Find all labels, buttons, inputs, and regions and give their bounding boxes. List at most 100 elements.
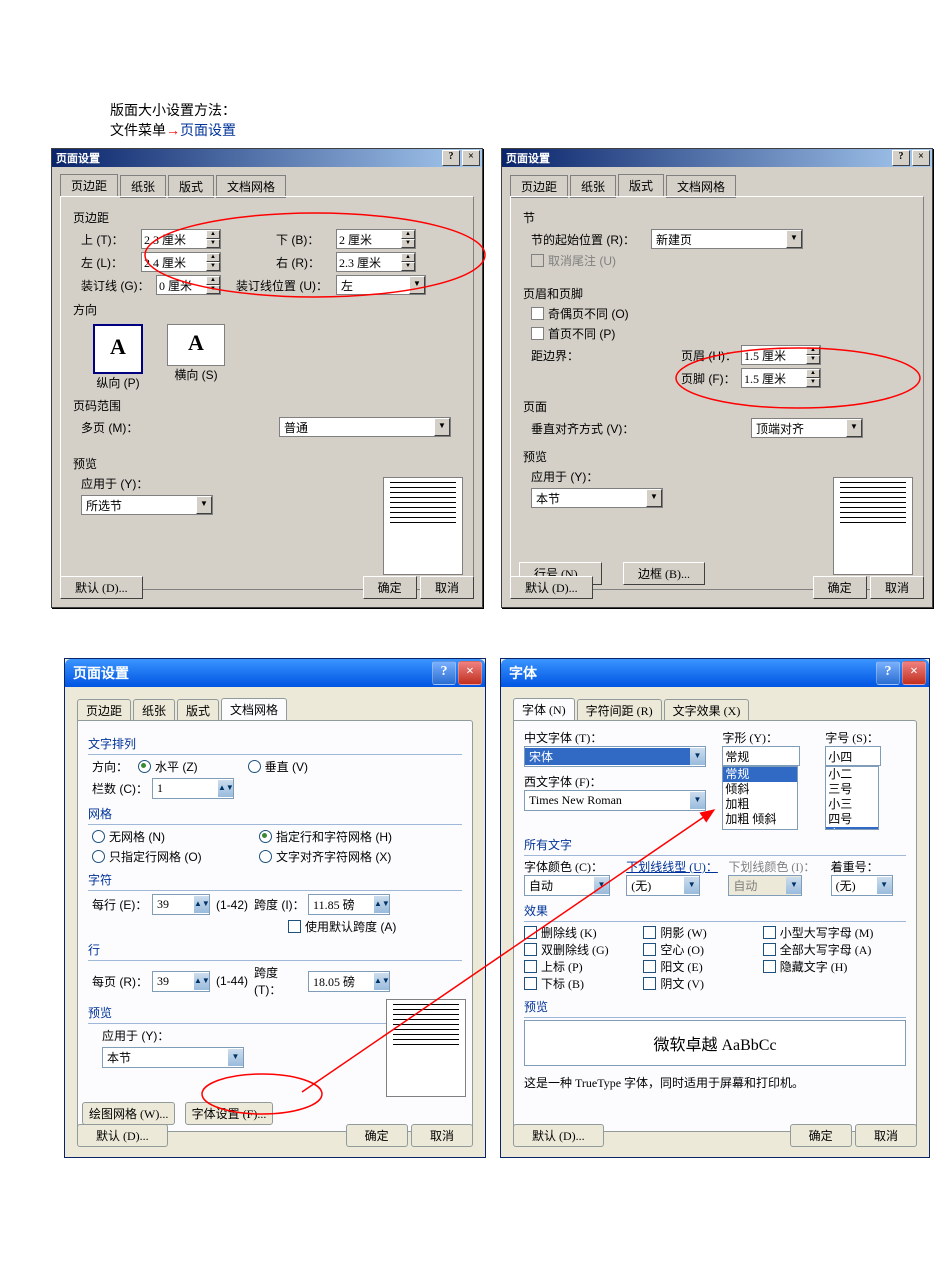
fontset-button[interactable]: 字体设置 (F)... xyxy=(185,1102,274,1125)
checkbox-emboss[interactable] xyxy=(643,960,656,973)
tab-margins[interactable]: 页边距 xyxy=(510,175,568,198)
input-style[interactable] xyxy=(722,746,800,766)
dropdown-secstart[interactable]: 新建页▼ xyxy=(651,229,803,249)
tab-layout[interactable]: 版式 xyxy=(168,175,214,198)
cancel-button[interactable]: 取消 xyxy=(855,1124,917,1147)
border-button[interactable]: 边框 (B)... xyxy=(623,562,705,585)
tab-grid[interactable]: 文档网格 xyxy=(216,175,286,198)
default-button[interactable]: 默认 (D)... xyxy=(77,1124,168,1147)
cancel-button[interactable]: 取消 xyxy=(420,576,474,599)
checkbox-superscript[interactable] xyxy=(524,960,537,973)
ok-button[interactable]: 确定 xyxy=(363,576,417,599)
tab-layout[interactable]: 版式 xyxy=(177,699,219,722)
label-perline-range: (1-42) xyxy=(216,898,248,912)
ok-button[interactable]: 确定 xyxy=(813,576,867,599)
help-icon[interactable]: ? xyxy=(876,661,900,685)
checkbox-dstrike[interactable] xyxy=(524,943,537,956)
radio-nogrid[interactable] xyxy=(92,830,105,843)
help-icon[interactable]: ? xyxy=(442,150,460,166)
help-icon[interactable]: ? xyxy=(432,661,456,685)
tab-layout[interactable]: 版式 xyxy=(618,174,664,197)
checkbox-strike[interactable] xyxy=(524,926,537,939)
close-icon[interactable]: × xyxy=(458,661,482,685)
input-bottom[interactable]: ▲▼ xyxy=(336,229,416,249)
tab-paper[interactable]: 纸张 xyxy=(570,175,616,198)
dropdown-multipage[interactable]: 普通▼ xyxy=(279,417,451,437)
spinner-perline[interactable]: 39▲▼ xyxy=(152,894,210,915)
input-right[interactable]: ▲▼ xyxy=(336,252,416,272)
radio-charalign[interactable] xyxy=(259,850,272,863)
tab-grid[interactable]: 文档网格 xyxy=(221,698,287,721)
input-top[interactable]: ▲▼ xyxy=(141,229,221,249)
cancel-button[interactable]: 取消 xyxy=(870,576,924,599)
dropdown-applyto[interactable]: 本节▼ xyxy=(531,488,663,508)
radio-linechargrid[interactable] xyxy=(259,830,272,843)
group-preview: 预览 xyxy=(73,455,465,472)
spinner-columns[interactable]: 1▲▼ xyxy=(152,778,234,799)
cancel-button[interactable]: 取消 xyxy=(411,1124,473,1147)
titlebar[interactable]: 页面设置 ? × xyxy=(65,659,485,687)
title-text: 页面设置 xyxy=(56,150,440,166)
checkbox-shadow[interactable] xyxy=(643,926,656,939)
group-alltext: 所有文字 xyxy=(524,836,906,856)
default-button[interactable]: 默认 (D)... xyxy=(513,1124,604,1147)
tab-spacing[interactable]: 字符间距 (R) xyxy=(577,699,662,722)
radio-vertical[interactable] xyxy=(248,760,261,773)
checkbox-smallcaps[interactable] xyxy=(763,926,776,939)
dropdown-underline[interactable]: (无)▼ xyxy=(626,875,700,896)
group-margins: 页边距 xyxy=(73,209,465,226)
dropdown-fontcolor[interactable]: 自动▼ xyxy=(524,875,610,896)
close-icon[interactable]: × xyxy=(902,661,926,685)
list-style[interactable]: 常规 倾斜 加粗 加粗 倾斜 xyxy=(722,766,798,830)
tab-margins[interactable]: 页边距 xyxy=(77,699,131,722)
tab-paper[interactable]: 纸张 xyxy=(120,175,166,198)
tab-paper[interactable]: 纸张 xyxy=(133,699,175,722)
input-gutter[interactable]: ▲▼ xyxy=(156,275,221,295)
input-left[interactable]: ▲▼ xyxy=(141,252,221,272)
help-icon[interactable]: ? xyxy=(892,150,910,166)
tab-grid[interactable]: 文档网格 xyxy=(666,175,736,198)
input-size[interactable] xyxy=(825,746,881,766)
dropdown-applyto[interactable]: 所选节▼ xyxy=(81,495,213,515)
landscape-label: 横向 (S) xyxy=(155,366,237,383)
list-size[interactable]: 小二 三号 小三 四号 小四 xyxy=(825,766,879,830)
intro-text: 版面大小设置方法： 文件菜单→页面设置 xyxy=(110,100,236,140)
checkbox-engrave[interactable] xyxy=(643,977,656,990)
radio-horizontal[interactable] xyxy=(138,760,151,773)
dropdown-westfont[interactable]: Times New Roman▼ xyxy=(524,790,706,811)
checkbox-default-pitch[interactable] xyxy=(288,920,301,933)
radio-lineonly-label: 只指定行网格 (O) xyxy=(109,848,259,865)
ok-button[interactable]: 确定 xyxy=(346,1124,408,1147)
orientation-portrait[interactable]: A xyxy=(93,324,143,374)
tab-font[interactable]: 字体 (N) xyxy=(513,698,575,721)
close-icon[interactable]: × xyxy=(462,150,480,166)
titlebar[interactable]: 页面设置 ? × xyxy=(52,149,482,167)
checkbox-allcaps[interactable] xyxy=(763,943,776,956)
spinner-pitch[interactable]: 11.85 磅▲▼ xyxy=(308,894,390,915)
default-button[interactable]: 默认 (D)... xyxy=(510,576,593,599)
close-icon[interactable]: × xyxy=(912,150,930,166)
checkbox-firstpage[interactable] xyxy=(531,327,544,340)
drawgrid-button[interactable]: 绘图网格 (W)... xyxy=(82,1102,175,1125)
ok-button[interactable]: 确定 xyxy=(790,1124,852,1147)
titlebar[interactable]: 页面设置 ? × xyxy=(502,149,932,167)
dropdown-cnfont[interactable]: 宋体▼ xyxy=(524,746,706,767)
checkbox-hidden[interactable] xyxy=(763,960,776,973)
dropdown-valign[interactable]: 顶端对齐▼ xyxy=(751,418,863,438)
spinner-perpage[interactable]: 39▲▼ xyxy=(152,971,210,992)
checkbox-outline[interactable] xyxy=(643,943,656,956)
checkbox-oddeven[interactable] xyxy=(531,307,544,320)
radio-lineonly[interactable] xyxy=(92,850,105,863)
tab-texteffects[interactable]: 文字效果 (X) xyxy=(664,699,750,722)
tab-margins[interactable]: 页边距 xyxy=(60,174,118,197)
dropdown-applyto[interactable]: 本节▼ xyxy=(102,1047,244,1068)
dropdown-gutterpos[interactable]: 左▼ xyxy=(336,275,426,295)
input-footer[interactable]: ▲▼ xyxy=(741,368,821,388)
default-button[interactable]: 默认 (D)... xyxy=(60,576,143,599)
dropdown-emphasis[interactable]: (无)▼ xyxy=(831,875,893,896)
spinner-linepitch[interactable]: 18.05 磅▲▼ xyxy=(308,971,390,992)
titlebar[interactable]: 字体 ? × xyxy=(501,659,929,687)
orientation-landscape[interactable]: A xyxy=(167,324,225,366)
checkbox-subscript[interactable] xyxy=(524,977,537,990)
input-header[interactable]: ▲▼ xyxy=(741,345,821,365)
